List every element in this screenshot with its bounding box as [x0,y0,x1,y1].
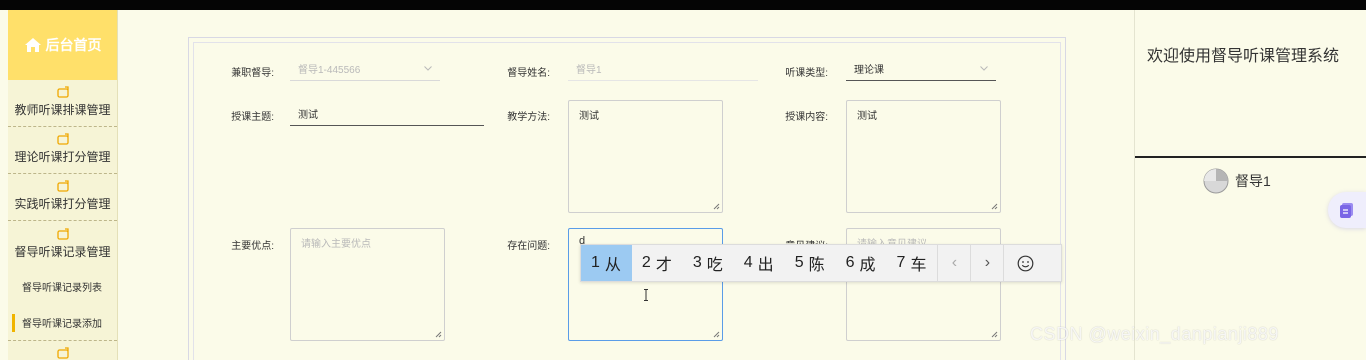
floating-helper-button[interactable] [1328,192,1366,228]
candidate-text: 成 [859,257,877,274]
chevron-down-icon [424,66,432,71]
folder-icon [56,347,69,359]
home-link[interactable]: 后台首页 [8,10,117,80]
candidate-number: 3 [692,254,703,271]
sub-item-record-list[interactable]: 督导听课记录列表 [8,268,117,304]
folder-icon [56,228,69,240]
text-cursor-icon [644,289,648,301]
candidate-number: 5 [794,254,805,271]
resize-handle-icon[interactable] [713,331,720,338]
content-label: 授课内容: [785,112,828,123]
menu-label: 督导听课记录管理 [14,245,111,259]
candidate-text: 出 [757,257,775,274]
candidate-number: 2 [641,254,652,271]
folder-icon [56,180,69,192]
topic-label: 授课主题: [231,112,274,123]
menu-label: 实践听课打分管理 [14,197,111,211]
supervisor-name-value: 督导1 [576,65,602,76]
ime-candidate-bar: 1从 2才 3吃 4出 5陈 6成 7车 ‹ › [580,244,1062,282]
content-value: 测试 [857,111,877,122]
sub-item-label: 督导听课记录列表 [22,282,102,294]
ime-candidate[interactable]: 3吃 [683,245,734,281]
smiley-icon [1017,255,1034,271]
candidate-number: 6 [845,254,856,271]
ime-prev-page-button[interactable]: ‹ [938,245,970,281]
ime-candidate[interactable]: 2才 [632,245,683,281]
user-info[interactable]: 督导1 [1203,168,1271,194]
resize-handle-icon[interactable] [991,203,998,210]
candidate-text: 吃 [706,257,724,274]
folder-icon [56,86,69,98]
menu-item-theory-scoring[interactable]: 理论听课打分管理 [8,127,117,174]
strengths-textarea[interactable]: 请输入主要优点 [290,228,445,341]
topic-value: 测试 [298,110,318,121]
sub-item-label: 督导听课记录添加 [22,318,102,330]
candidate-number: 7 [896,254,907,271]
ime-candidate[interactable]: 6成 [836,245,887,281]
document-icon [1340,203,1353,218]
menu-item-partial[interactable] [8,340,117,360]
watermark-text: CSDN @weixin_danpianji889 [1030,324,1279,344]
folder-icon [56,133,69,145]
divider [1135,156,1366,158]
ime-candidate[interactable]: 4出 [734,245,785,281]
candidate-text: 陈 [808,257,826,274]
ime-candidate[interactable]: 7车 [887,245,938,281]
lecture-type-value: 理论课 [854,65,884,76]
resize-handle-icon[interactable] [713,203,720,210]
sub-item-record-add[interactable]: 督导听课记录添加 [8,304,117,340]
ime-candidate[interactable]: 1从 [581,245,632,281]
candidate-number: 4 [743,254,754,271]
strengths-placeholder: 请输入主要优点 [301,239,371,250]
chevron-right-icon: › [984,254,991,271]
method-value: 测试 [579,111,599,122]
supervisor-name-label: 督导姓名: [507,68,550,79]
ime-next-page-button[interactable]: › [971,245,1003,281]
ime-candidate[interactable]: 5陈 [785,245,836,281]
supervisor-id-label: 兼职督导: [231,68,274,79]
candidate-text: 才 [655,257,673,274]
home-icon [24,38,41,52]
avatar [1203,168,1229,194]
resize-handle-icon[interactable] [991,331,998,338]
right-panel: 欢迎使用督导听课管理系统 督导1 [1134,10,1366,360]
candidate-number: 1 [591,254,601,271]
resize-handle-icon[interactable] [435,331,442,338]
candidate-text: 车 [910,257,928,274]
menu-item-teacher-schedule[interactable]: 教师听课排课管理 [8,80,117,127]
method-textarea[interactable]: 测试 [568,100,723,213]
lecture-type-select[interactable]: 理论课 [846,57,996,81]
method-label: 教学方法: [507,112,550,123]
supervisor-id-value: 督导1-445566 [298,65,361,76]
welcome-text: 欢迎使用督导听课管理系统 [1147,48,1340,65]
ime-emoji-button[interactable] [1004,245,1046,281]
username: 督导1 [1235,173,1271,189]
topic-input[interactable]: 测试 [290,102,484,126]
chevron-left-icon: ‹ [951,254,958,271]
strengths-label: 主要优点: [231,241,274,252]
content-textarea[interactable]: 测试 [846,100,1001,213]
lecture-type-label: 听课类型: [785,68,828,79]
problems-label: 存在问题: [507,241,550,252]
menu-label: 理论听课打分管理 [14,150,111,164]
supervisor-id-select[interactable]: 督导1-445566 [290,57,440,81]
menu-item-practice-scoring[interactable]: 实践听课打分管理 [8,174,117,221]
candidate-text: 从 [604,257,622,274]
top-bar [0,0,1366,10]
menu-item-supervisor-records[interactable]: 督导听课记录管理 [8,221,117,268]
supervisor-name-input[interactable]: 督导1 [568,57,758,81]
sidebar: 后台首页 教师听课排课管理 理论听课打分管理 实践听课打分管理 督导听课记录管理… [8,10,118,360]
menu-label: 教师听课排课管理 [14,103,111,117]
chevron-down-icon [980,66,988,71]
home-label: 后台首页 [45,37,102,53]
